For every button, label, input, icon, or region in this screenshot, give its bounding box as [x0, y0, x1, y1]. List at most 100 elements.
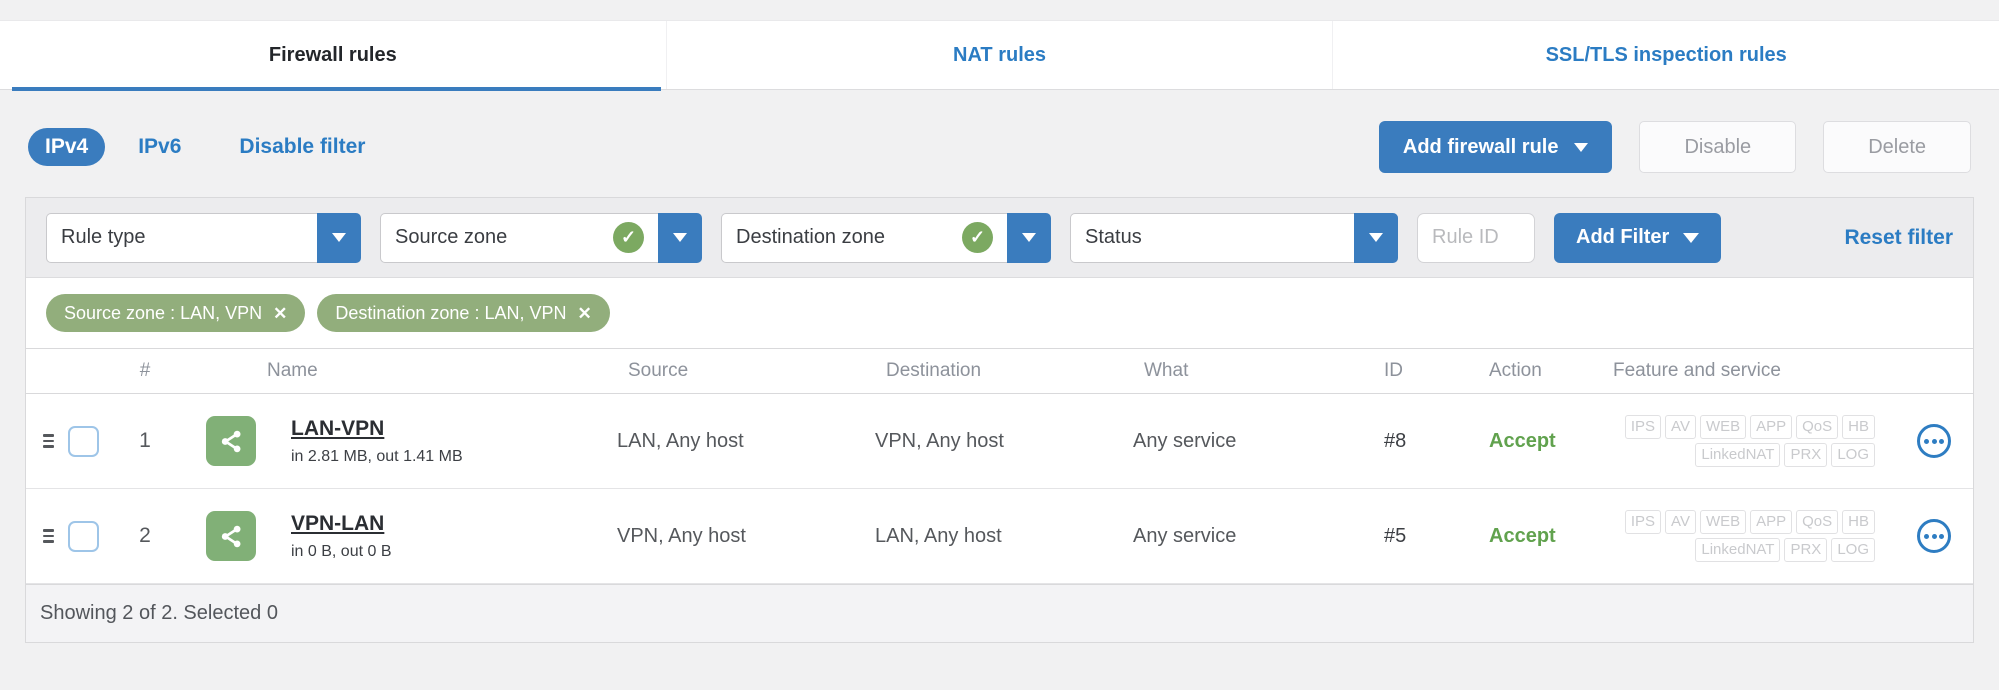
- filter-chip-label: Source zone : LAN, VPN: [64, 302, 263, 323]
- badge-qos: QoS: [1796, 510, 1839, 534]
- source-zone-dropdown-button[interactable]: [658, 212, 702, 263]
- badge-log: LOG: [1831, 538, 1875, 562]
- rule-name-cell: VPN-LAN in 0 B, out 0 B: [174, 511, 614, 561]
- reset-filter-link[interactable]: Reset filter: [1844, 226, 1953, 250]
- drag-handle[interactable]: [43, 529, 54, 543]
- rule-id: #8: [1384, 429, 1407, 452]
- chevron-down-icon: [1022, 233, 1036, 242]
- filter-dropdown-status[interactable]: Status: [1070, 212, 1398, 263]
- header-feature-and-service: Feature and service: [1613, 360, 1781, 381]
- rule-destination: VPN, Any host: [875, 429, 1004, 452]
- rule-type-tabbar: Firewall rules NAT rules SSL/TLS inspect…: [0, 20, 1999, 91]
- header-name: Name: [267, 360, 318, 381]
- row-checkbox[interactable]: [68, 425, 99, 457]
- firewall-rules-panel: Rule type Source zone ✓ Destination zone…: [25, 197, 1974, 643]
- row-menu-ellipsis-icon[interactable]: [1917, 424, 1951, 458]
- tab-ssl-tls-label: SSL/TLS inspection rules: [1545, 43, 1787, 66]
- badge-prx: PRX: [1784, 538, 1828, 562]
- tab-firewall-rules[interactable]: Firewall rules: [0, 21, 666, 91]
- badge-app: APP: [1750, 415, 1793, 439]
- destination-zone-dropdown-button[interactable]: [1007, 212, 1051, 263]
- remove-filter-icon[interactable]: ✕: [577, 305, 591, 322]
- chevron-down-icon: [673, 233, 687, 242]
- status-dropdown-button[interactable]: [1354, 212, 1398, 263]
- share-nodes-icon: [221, 525, 240, 547]
- rule-traffic-stats: in 2.81 MB, out 1.41 MB: [291, 447, 463, 465]
- active-filter-chips: Source zone : LAN, VPN ✕ Destination zon…: [26, 278, 1973, 348]
- filter-applied-check-icon: ✓: [613, 222, 644, 253]
- badge-log: LOG: [1831, 443, 1875, 467]
- rule-what: Any service: [1133, 524, 1237, 547]
- badge-av: AV: [1665, 415, 1696, 439]
- rule-name-link[interactable]: LAN-VPN: [291, 417, 463, 441]
- tab-firewall-rules-label: Firewall rules: [268, 43, 397, 66]
- toolbar-actions: Add firewall rule Disable Delete: [1378, 121, 1971, 173]
- disable-filter-link[interactable]: Disable filter: [239, 135, 365, 159]
- tab-nat-rules-label: NAT rules: [953, 43, 1046, 66]
- badge-ips: IPS: [1624, 510, 1662, 534]
- rule-id: #5: [1384, 524, 1407, 547]
- badge-hb: HB: [1842, 415, 1875, 439]
- header-destination: Destination: [886, 360, 982, 381]
- chevron-down-icon: [1683, 232, 1700, 243]
- badge-av: AV: [1665, 510, 1696, 534]
- add-firewall-rule-label: Add firewall rule: [1402, 135, 1559, 158]
- add-filter-label: Add Filter: [1576, 226, 1670, 248]
- badge-prx: PRX: [1784, 443, 1828, 467]
- rule-destination: LAN, Any host: [875, 524, 1002, 547]
- table-header-row: # Name Source Destination What ID Action…: [26, 348, 1973, 394]
- rule-action: Accept: [1489, 429, 1556, 452]
- row-number: 2: [139, 524, 151, 547]
- rule-source: LAN, Any host: [617, 429, 744, 452]
- ipv4-toggle[interactable]: IPv4: [28, 128, 106, 166]
- rule-name-link[interactable]: VPN-LAN: [291, 512, 392, 536]
- toolbar: IPv4 IPv6 Disable filter Add firewall ru…: [0, 90, 1999, 197]
- filter-chip-label: Destination zone : LAN, VPN: [335, 302, 567, 323]
- rule-id-input[interactable]: [1417, 212, 1535, 263]
- table-row: 2 VPN-LAN in 0 B, out 0 B VPN, Any host …: [26, 489, 1973, 584]
- rule-type-dropdown-label: Rule type: [61, 226, 146, 248]
- rule-what: Any service: [1133, 429, 1237, 452]
- header-id: ID: [1384, 360, 1403, 381]
- badge-qos: QoS: [1796, 415, 1839, 439]
- delete-button[interactable]: Delete: [1823, 121, 1971, 173]
- chevron-down-icon: [1574, 142, 1589, 152]
- showing-summary: Showing 2 of 2. Selected 0: [40, 602, 278, 624]
- badge-web: WEB: [1699, 415, 1747, 439]
- header-number: #: [139, 360, 151, 381]
- filter-chip-destination-zone: Destination zone : LAN, VPN ✕: [317, 294, 610, 332]
- network-rule-icon: [206, 416, 256, 466]
- destination-zone-dropdown-label: Destination zone: [736, 226, 885, 248]
- badge-hb: HB: [1842, 510, 1875, 534]
- rule-type-dropdown-button[interactable]: [317, 212, 361, 263]
- row-number: 1: [139, 429, 151, 452]
- badge-linkednat: LinkedNAT: [1695, 443, 1781, 467]
- badge-linkednat: LinkedNAT: [1695, 538, 1781, 562]
- badge-ips: IPS: [1624, 415, 1662, 439]
- tab-nat-rules[interactable]: NAT rules: [665, 21, 1333, 89]
- active-tab-underline: [12, 87, 661, 91]
- source-zone-dropdown-label: Source zone: [395, 226, 508, 248]
- filter-dropdown-rule-type[interactable]: Rule type: [46, 212, 361, 263]
- status-dropdown-label: Status: [1085, 226, 1142, 248]
- chevron-down-icon: [332, 233, 346, 242]
- filter-dropdown-destination-zone[interactable]: Destination zone ✓: [721, 212, 1051, 263]
- chevron-down-icon: [1369, 233, 1383, 242]
- table-footer: Showing 2 of 2. Selected 0: [26, 584, 1973, 642]
- filter-dropdown-source-zone[interactable]: Source zone ✓: [380, 212, 702, 263]
- feature-badges: IPS AV WEB APP QoS HB LinkedNAT PRX LOG: [1570, 415, 1895, 467]
- ipv6-toggle[interactable]: IPv6: [138, 135, 181, 159]
- table-row: 1 LAN-VPN in 2.81 MB, out 1.41 MB LAN, A…: [26, 394, 1973, 489]
- remove-filter-icon[interactable]: ✕: [273, 305, 287, 322]
- tab-ssl-tls-inspection-rules[interactable]: SSL/TLS inspection rules: [1332, 21, 1999, 89]
- row-menu-ellipsis-icon[interactable]: [1917, 519, 1951, 553]
- row-checkbox[interactable]: [68, 520, 99, 552]
- filter-applied-check-icon: ✓: [962, 222, 993, 253]
- add-firewall-rule-button[interactable]: Add firewall rule: [1378, 121, 1613, 173]
- rule-action: Accept: [1489, 524, 1556, 547]
- add-filter-button[interactable]: Add Filter: [1554, 212, 1722, 263]
- network-rule-icon: [206, 511, 256, 561]
- drag-handle[interactable]: [43, 434, 54, 448]
- disable-button[interactable]: Disable: [1639, 121, 1797, 173]
- filter-bar: Rule type Source zone ✓ Destination zone…: [26, 198, 1973, 278]
